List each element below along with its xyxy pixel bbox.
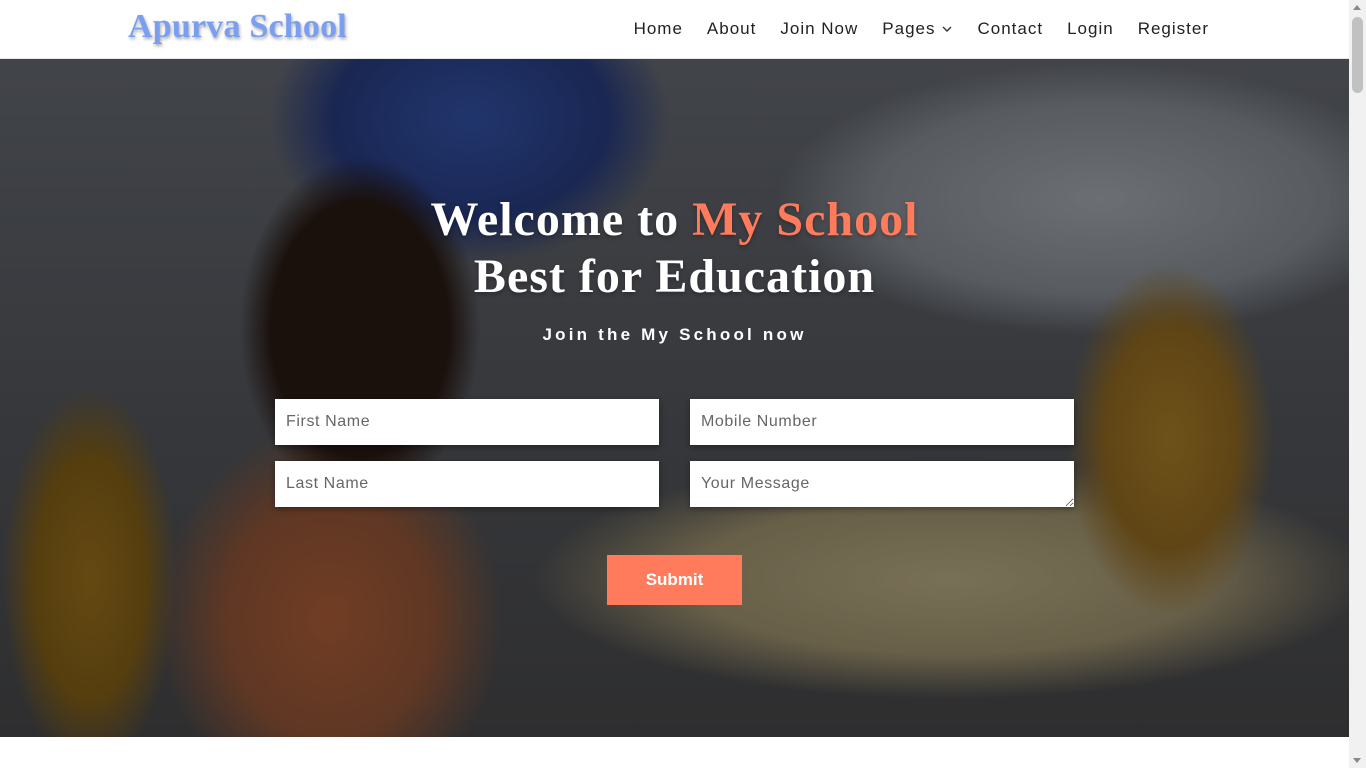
nav-home[interactable]: Home — [634, 19, 683, 39]
chevron-down-icon — [942, 26, 952, 32]
mobile-number-input[interactable] — [690, 399, 1074, 445]
navbar: Apurva School Home About Join Now Pages … — [0, 0, 1349, 59]
main-nav: Home About Join Now Pages Contact Login … — [634, 0, 1209, 58]
first-name-input[interactable] — [275, 399, 659, 445]
nav-register[interactable]: Register — [1138, 19, 1209, 39]
hero-subtitle: Join the My School now — [542, 325, 807, 344]
nav-join-now[interactable]: Join Now — [780, 19, 858, 39]
nav-join-now-label: Join Now — [780, 19, 859, 38]
page-scrollbar[interactable] — [1349, 0, 1366, 768]
hero-title-prefix: Welcome to — [430, 193, 693, 246]
scrollbar-thumb[interactable] — [1352, 17, 1363, 93]
last-name-input[interactable] — [275, 461, 659, 507]
hero-section: Welcome to My School Best for Education … — [0, 59, 1349, 737]
nav-register-label: Register — [1137, 19, 1209, 38]
nav-login-label: Login — [1067, 19, 1114, 38]
hero-background-image — [0, 59, 1349, 737]
message-textarea[interactable] — [690, 461, 1074, 507]
nav-contact-label: Contact — [977, 19, 1044, 38]
nav-contact[interactable]: Contact — [977, 19, 1043, 39]
brand-logo[interactable]: Apurva School — [128, 8, 347, 46]
nav-login[interactable]: Login — [1067, 19, 1114, 39]
hero-title: Welcome to My School — [0, 192, 1349, 247]
hero-title-line2: Best for Education — [473, 250, 876, 303]
nav-pages-label: Pages — [882, 19, 936, 38]
hero-title-accent: My School — [692, 193, 919, 246]
scroll-up-icon[interactable] — [1353, 5, 1361, 10]
scroll-down-icon[interactable] — [1353, 758, 1361, 763]
nav-about-label: About — [706, 19, 757, 38]
nav-pages-dropdown[interactable]: Pages — [882, 19, 953, 39]
nav-home-label: Home — [633, 19, 683, 38]
nav-about[interactable]: About — [707, 19, 756, 39]
submit-button[interactable]: Submit — [607, 555, 742, 605]
